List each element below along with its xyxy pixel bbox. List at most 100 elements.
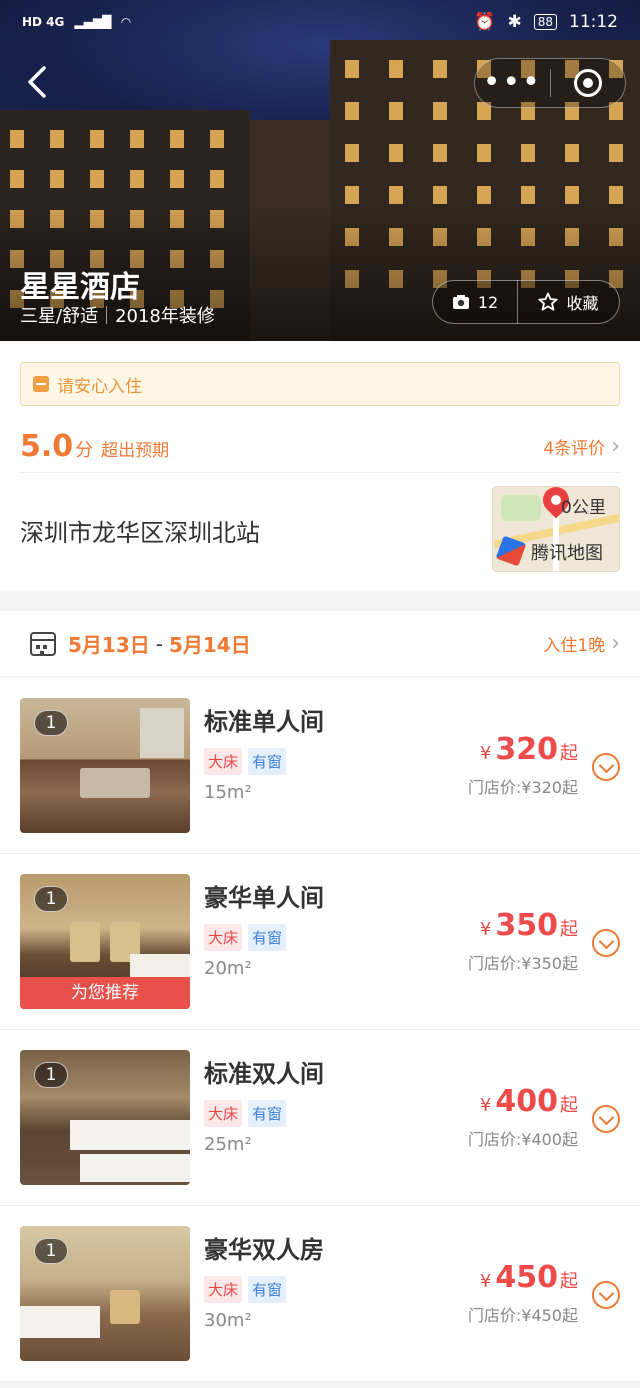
hotel-address[interactable]: 深圳市龙华区深圳北站 (20, 513, 260, 548)
lit-window (10, 130, 24, 148)
hotel-info-card: 请安心入住 5.0 分 超出预期 4条评价 › 深圳市龙华区深圳北站 0公里 腾… (0, 341, 640, 591)
recommend-banner: 为您推荐 (20, 977, 190, 1009)
room-size: 30m² (204, 1310, 252, 1331)
room-item[interactable]: 1 标准双人间 大床 有窗 25m² ¥ 400 起 门店价:¥400起 (0, 1030, 640, 1206)
price-suffix: 起 (560, 743, 578, 764)
room-photo-bed (20, 1306, 100, 1338)
calendar-icon (30, 631, 56, 656)
bluetooth-icon: ✱ (507, 12, 522, 32)
room-photo[interactable]: 1 (20, 698, 190, 833)
chevron-right-icon: › (611, 433, 620, 459)
hotel-subtitle: 三星/舒适 2018年装修 (20, 302, 215, 328)
lit-window (130, 170, 144, 188)
hero-actions: 12 收藏 (432, 280, 620, 324)
room-item[interactable]: 1 标准单人间 大床 有窗 15m² ¥ 320 起 门店价:¥320起 (0, 678, 640, 854)
status-bar: HD 4G ▂▄▆█ ◠ ⏰ ✱ 88 11:12 (0, 0, 640, 44)
room-photo-sofa (80, 768, 150, 798)
room-tags: 大床 有窗 (204, 1100, 287, 1127)
room-photo-chair (110, 1290, 140, 1324)
alarm-icon: ⏰ (474, 12, 496, 32)
bed-tag: 大床 (204, 748, 243, 775)
reviews-link[interactable]: 4条评价 › (543, 434, 620, 459)
favorite-button[interactable]: 收藏 (518, 290, 619, 314)
checkin-date: 5月13日 (68, 633, 150, 657)
lit-window (521, 144, 535, 162)
target-icon (573, 69, 602, 97)
room-photo[interactable]: 1 为您推荐 (20, 874, 190, 1009)
lit-window (90, 130, 104, 148)
map-provider: 腾讯地图 (531, 543, 603, 564)
lit-window (50, 170, 64, 188)
lit-window (170, 170, 184, 188)
rating-row[interactable]: 5.0 分 超出预期 4条评价 › (20, 421, 620, 471)
reviews-count: 4条评价 (543, 438, 606, 459)
room-photo-bed (80, 1154, 190, 1182)
room-tags: 大床 有窗 (204, 1276, 287, 1303)
chevron-down-icon[interactable] (592, 753, 620, 781)
lit-window (433, 102, 447, 120)
room-item[interactable]: 1 为您推荐 豪华单人间 大床 有窗 20m² ¥ 350 起 门店价:¥350… (0, 854, 640, 1030)
room-size: 15m² (204, 782, 252, 803)
room-price: ¥ 320 起 (480, 732, 578, 767)
chevron-right-icon: › (611, 631, 620, 656)
chevron-down-icon[interactable] (592, 1105, 620, 1133)
photos-button[interactable]: 12 (433, 293, 517, 312)
lit-window (477, 144, 491, 162)
bed-tag: 大床 (204, 1276, 243, 1303)
price-amount: 320 (495, 732, 558, 767)
network-indicator: HD 4G (22, 15, 65, 29)
notice-icon (33, 376, 49, 392)
price-amount: 400 (495, 1084, 558, 1119)
map-thumbnail[interactable]: 0公里 腾讯地图 (492, 486, 620, 572)
room-tags: 大床 有窗 (204, 924, 287, 951)
price-amount: 350 (495, 908, 558, 943)
hotel-name: 星星酒店 (20, 270, 140, 305)
room-photo[interactable]: 1 (20, 1050, 190, 1185)
room-size: 20m² (204, 958, 252, 979)
room-name: 豪华单人间 (204, 884, 324, 912)
wifi-icon: ◠ (121, 15, 131, 29)
bed-tag: 大床 (204, 924, 243, 951)
back-button[interactable] (22, 62, 58, 106)
room-photo-chair (70, 922, 100, 962)
date-selector[interactable]: 5月13日 - 5月14日 入住1晚 › (0, 611, 640, 677)
chevron-down-icon[interactable] (592, 929, 620, 957)
room-count-badge: 1 (34, 710, 68, 736)
lit-window (345, 144, 359, 162)
favorite-label: 收藏 (566, 294, 599, 313)
map-scale: 0公里 (561, 498, 606, 518)
photo-count: 12 (477, 292, 499, 312)
lit-window (609, 144, 623, 162)
clock: 11:12 (569, 12, 618, 32)
miniprogram-capsule: ••• (474, 58, 626, 108)
room-photo-bed (130, 954, 190, 978)
room-size: 25m² (204, 1134, 252, 1155)
room-photo[interactable]: 1 (20, 1226, 190, 1361)
hotel-hero-image[interactable]: HD 4G ▂▄▆█ ◠ ⏰ ✱ 88 11:12 ••• 星星酒店 三星/舒适… (0, 0, 640, 341)
lit-window (565, 144, 579, 162)
nights-label: 入住1晚 (543, 636, 606, 656)
more-options-button[interactable]: ••• (475, 68, 550, 98)
price-suffix: 起 (560, 919, 578, 940)
room-price: ¥ 350 起 (480, 908, 578, 943)
room-photo-bed (70, 1120, 190, 1150)
window-tag: 有窗 (248, 1276, 287, 1303)
price-currency: ¥ (479, 1095, 492, 1116)
date-separator: - (155, 631, 163, 656)
room-price: ¥ 450 起 (480, 1260, 578, 1295)
battery-icon: 88 (533, 14, 557, 30)
price-currency: ¥ (479, 1271, 492, 1292)
price-amount: 450 (495, 1260, 558, 1295)
rating-unit: 分 (75, 440, 94, 461)
room-item[interactable]: 1 豪华双人房 大床 有窗 30m² ¥ 450 起 门店价:¥450起 (0, 1206, 640, 1382)
lit-window (433, 144, 447, 162)
notice-banner: 请安心入住 (20, 362, 620, 406)
lit-window (10, 170, 24, 188)
window-tag: 有窗 (248, 1100, 287, 1127)
room-count-badge: 1 (34, 1238, 68, 1264)
chevron-down-icon[interactable] (592, 1281, 620, 1309)
close-miniprogram-button[interactable] (551, 69, 626, 97)
room-name: 标准单人间 (204, 708, 324, 736)
store-price: 门店价:¥400起 (467, 1130, 578, 1149)
room-name: 豪华双人房 (204, 1236, 324, 1264)
